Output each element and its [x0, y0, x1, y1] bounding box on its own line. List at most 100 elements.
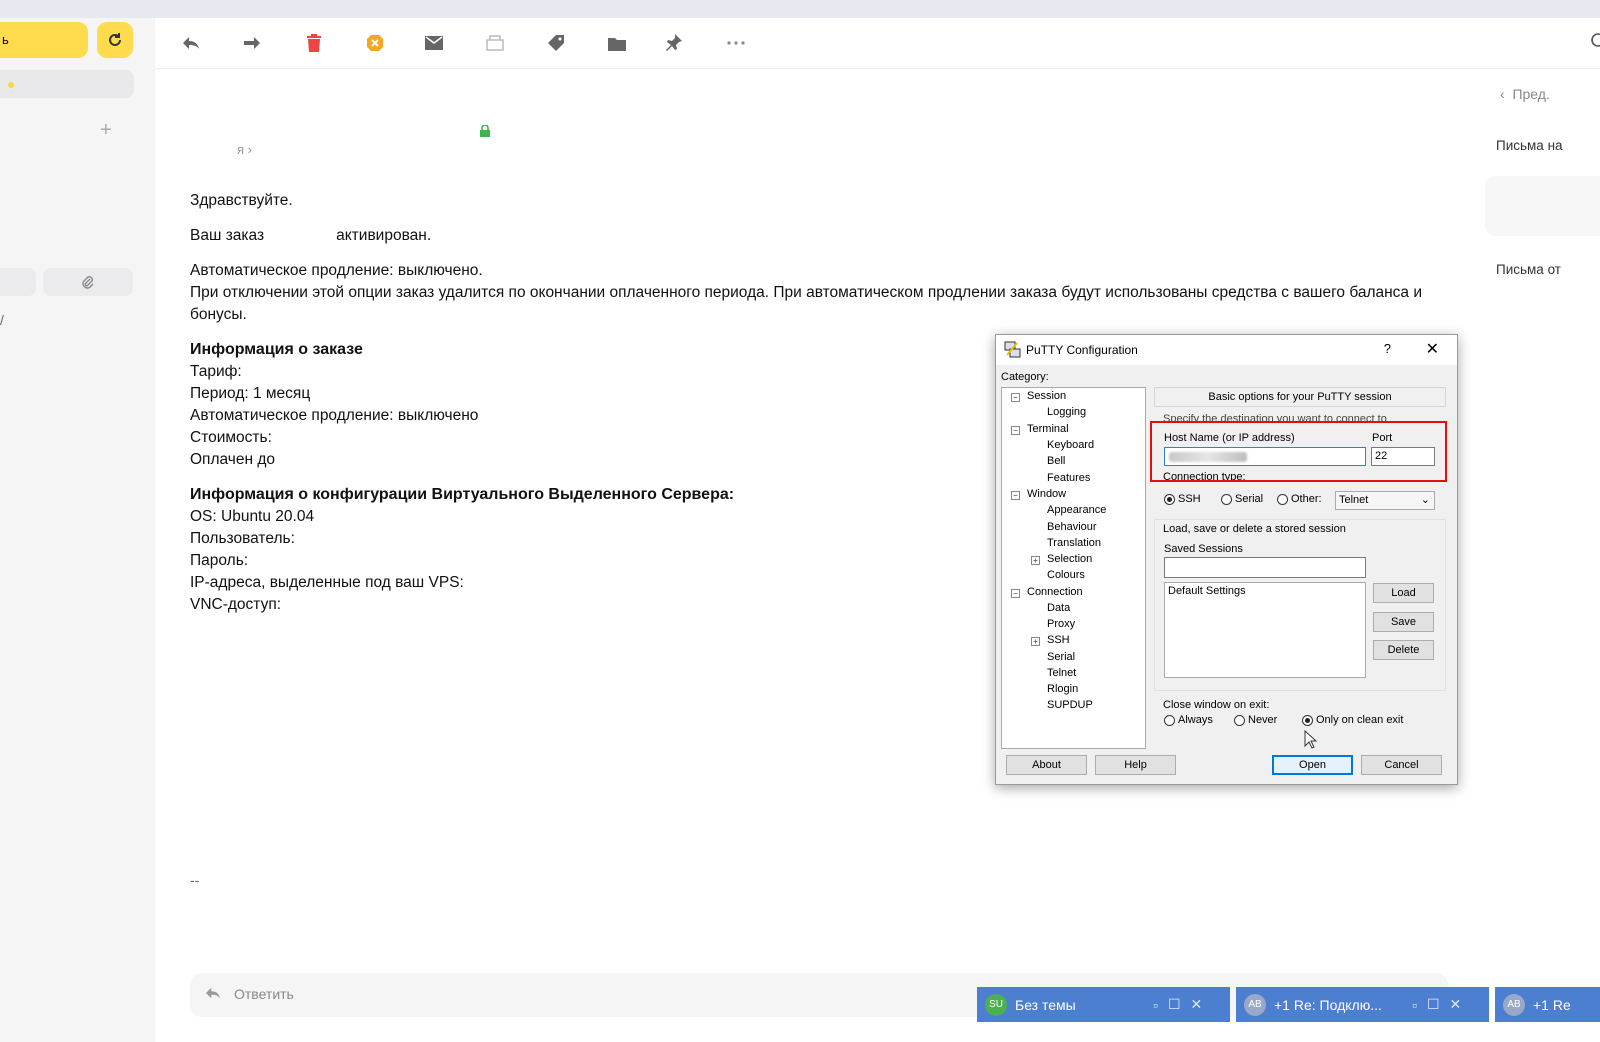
radio-never[interactable]: Never [1234, 714, 1277, 726]
tree-item-connection[interactable]: Connection [1027, 586, 1083, 598]
radio-serial[interactable]: Serial [1221, 493, 1263, 505]
draft-tab[interactable]: SU Без темы ▫ ☐ ✕ [977, 987, 1230, 1022]
renew-note: При отключении этой опции заказ удалится… [190, 284, 1423, 323]
draft-tab[interactable]: AB +1 Re [1495, 987, 1600, 1022]
radio-never-label: Never [1248, 714, 1278, 726]
delete-icon[interactable] [303, 32, 325, 54]
cancel-button[interactable]: Cancel [1361, 755, 1442, 775]
minimize-icon[interactable]: ▫ [1153, 997, 1158, 1013]
tree-item-rlogin[interactable]: Rlogin [1047, 683, 1078, 695]
expand-icon[interactable]: + [1031, 637, 1040, 646]
expand-icon[interactable]: ☐ [1168, 996, 1181, 1013]
tree-item-appearance[interactable]: Appearance [1047, 504, 1106, 516]
radio-ssh[interactable]: SSH [1164, 493, 1201, 505]
other-protocol-select[interactable]: Telnet ⌄ [1335, 491, 1435, 510]
tab-label: +1 Re [1533, 996, 1571, 1013]
radio-dot [1302, 714, 1313, 726]
refresh-icon [109, 33, 121, 46]
close-icon[interactable]: ✕ [1191, 996, 1203, 1013]
attachments-filter-button[interactable] [43, 268, 133, 296]
contact-card[interactable] [1485, 176, 1600, 236]
help-button[interactable]: Help [1095, 755, 1176, 775]
dialog-titlebar: PuTTY Configuration ? ✕ [996, 335, 1457, 365]
expand-icon[interactable]: ☐ [1427, 996, 1440, 1013]
reply-label: Ответить [234, 986, 294, 1002]
radio-dot [1164, 714, 1175, 726]
folder-item-inbox[interactable] [0, 70, 134, 98]
filter-pill[interactable] [0, 268, 36, 296]
close-on-exit-label: Close window on exit: [1163, 699, 1270, 711]
tree-item-logging[interactable]: Logging [1047, 406, 1086, 418]
other-protocol-value: Telnet [1339, 494, 1369, 506]
close-icon[interactable]: ✕ [1426, 339, 1439, 359]
browser-top-strip [0, 0, 1600, 18]
add-folder-icon[interactable]: + [100, 119, 112, 142]
tree-item-proxy[interactable]: Proxy [1047, 618, 1075, 630]
tree-item-session[interactable]: Session [1027, 390, 1066, 402]
collapse-icon[interactable]: − [1011, 491, 1020, 500]
search-icon[interactable] [1588, 32, 1600, 55]
category-tree[interactable]: − Session Logging − Terminal Keyboard Be… [1001, 387, 1146, 749]
tab-label: +1 Re: Подклю... [1274, 996, 1382, 1013]
avatar: SU [985, 993, 1007, 1016]
help-question-icon[interactable]: ? [1384, 341, 1391, 356]
move-folder-icon[interactable] [606, 32, 628, 54]
draft-tab[interactable]: AB +1 Re: Подклю... ▫ ☐ ✕ [1236, 987, 1489, 1022]
tree-item-data[interactable]: Data [1047, 602, 1070, 614]
letters-from-heading: Письма от [1496, 262, 1561, 277]
tree-item-telnet[interactable]: Telnet [1047, 667, 1076, 679]
delete-button[interactable]: Delete [1373, 640, 1434, 660]
collapse-icon[interactable]: − [1011, 589, 1020, 598]
tree-item-bell[interactable]: Bell [1047, 455, 1065, 467]
save-button[interactable]: Save [1373, 612, 1434, 632]
tree-item-translation[interactable]: Translation [1047, 537, 1101, 549]
close-icon[interactable]: ✕ [1450, 996, 1462, 1013]
chevron-down-icon: ⌄ [1420, 494, 1430, 506]
radio-other-label: Other: [1291, 493, 1322, 505]
tree-item-supdup[interactable]: SUPDUP [1047, 699, 1093, 711]
tree-item-features[interactable]: Features [1047, 472, 1090, 484]
compose-button[interactable]: ь [0, 22, 88, 58]
saved-session-name-input[interactable] [1164, 557, 1366, 578]
saved-sessions-list[interactable]: Default Settings [1164, 582, 1366, 678]
pin-icon[interactable] [663, 32, 685, 54]
radio-always[interactable]: Always [1164, 714, 1213, 726]
avatar: AB [1503, 993, 1525, 1016]
order-status: Ваш заказ активирован. [190, 225, 1440, 247]
expand-icon[interactable]: + [1031, 556, 1040, 565]
tree-item-selection[interactable]: Selection [1047, 553, 1092, 565]
tree-item-terminal[interactable]: Terminal [1027, 423, 1069, 435]
refresh-button[interactable] [97, 22, 133, 58]
recipient-label[interactable]: я › [237, 142, 252, 157]
recipient-text: я [237, 142, 245, 157]
tree-item-colours[interactable]: Colours [1047, 569, 1085, 581]
forward-icon[interactable] [241, 32, 263, 54]
radio-only-clean-exit[interactable]: Only on clean exit [1302, 714, 1403, 726]
radio-other[interactable]: Other: [1277, 493, 1322, 505]
archive-icon[interactable] [484, 32, 506, 54]
collapse-icon[interactable]: − [1011, 393, 1020, 402]
mark-read-icon[interactable] [423, 32, 445, 54]
tree-item-keyboard[interactable]: Keyboard [1047, 439, 1094, 451]
minimize-icon[interactable]: ▫ [1412, 997, 1417, 1013]
more-icon[interactable] [725, 32, 747, 54]
sidebar-fragment-text: / [0, 312, 4, 328]
greeting: Здравствуйте. [190, 192, 293, 209]
session-list-item[interactable]: Default Settings [1168, 583, 1365, 600]
tree-item-ssh[interactable]: SSH [1047, 634, 1070, 646]
tree-item-behaviour[interactable]: Behaviour [1047, 521, 1097, 533]
collapse-icon[interactable]: − [1011, 426, 1020, 435]
open-button[interactable]: Open [1272, 755, 1353, 775]
label-tag-icon[interactable] [545, 32, 567, 54]
load-button[interactable]: Load [1373, 583, 1434, 603]
prev-label: Пред. [1512, 86, 1550, 102]
tree-item-window[interactable]: Window [1027, 488, 1066, 500]
paperclip-icon [82, 276, 94, 289]
radio-dot [1221, 493, 1232, 505]
prev-message-link[interactable]: ‹ Пред. [1500, 86, 1550, 102]
about-button[interactable]: About [1006, 755, 1087, 775]
basic-options-header: Basic options for your PuTTY session [1154, 387, 1446, 407]
reply-icon[interactable] [180, 32, 202, 54]
spam-icon[interactable] [364, 32, 386, 54]
tree-item-serial[interactable]: Serial [1047, 651, 1075, 663]
